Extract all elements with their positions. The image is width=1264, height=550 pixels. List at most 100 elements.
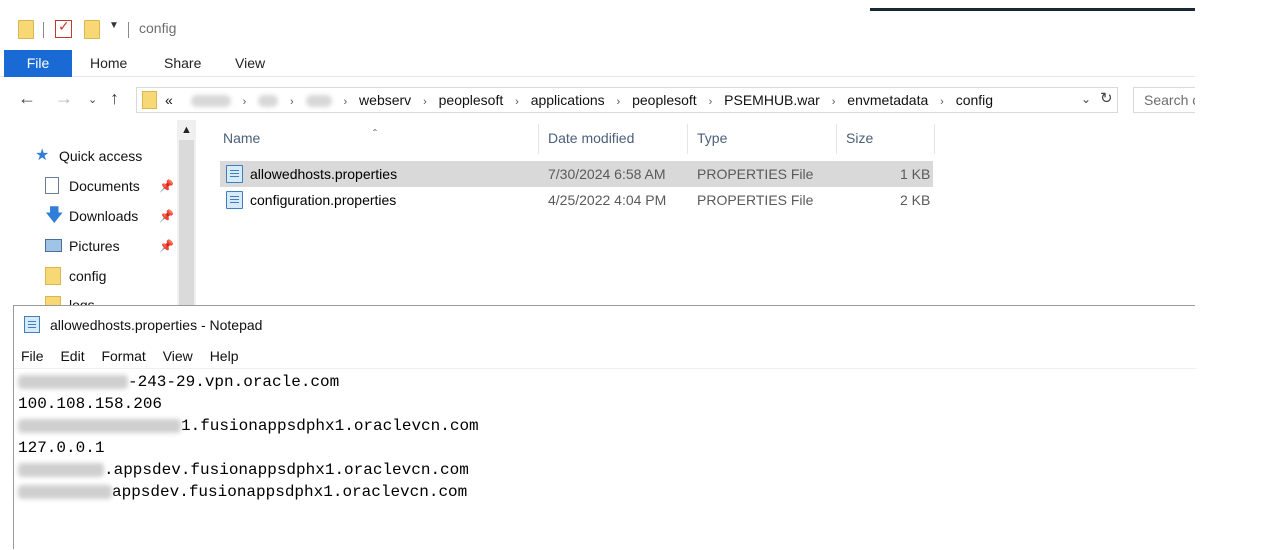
explorer-titlebar: ▼ config (0, 14, 1195, 48)
nav-item-label: Downloads (69, 208, 139, 224)
breadcrumb-overflow[interactable]: « (165, 88, 173, 112)
chevron-right-icon[interactable]: › (243, 90, 247, 114)
redacted-text (18, 418, 181, 433)
breadcrumb-peoplesoft[interactable]: peoplesoft (439, 88, 504, 112)
address-bar[interactable]: « › › › webserv › peoplesoft › applicati… (136, 87, 1118, 113)
address-dropdown-chevron-icon[interactable]: ⌄ (1081, 92, 1091, 106)
chevron-right-icon[interactable]: › (423, 90, 427, 114)
file-row-allowedhosts[interactable]: allowedhosts.properties 7/30/2024 6:58 A… (220, 161, 933, 187)
chevron-right-icon[interactable]: › (617, 90, 621, 114)
divider (43, 22, 44, 38)
redacted-text (18, 484, 112, 499)
nav-item-label: logs (69, 297, 95, 305)
ribbon: File Home Share View (0, 50, 1195, 77)
nav-item-pictures[interactable]: Pictures 📌 (45, 234, 179, 258)
nav-item-label: Pictures (69, 238, 120, 254)
search-input[interactable]: Search c (1133, 87, 1195, 113)
file-type: PROPERTIES File (697, 192, 814, 208)
folder-icon (45, 267, 61, 285)
properties-icon[interactable] (55, 18, 72, 38)
sort-ascending-icon: ˆ (373, 127, 377, 141)
tab-file[interactable]: File (4, 50, 72, 77)
chevron-right-icon[interactable]: › (290, 90, 294, 114)
pin-icon: 📌 (159, 239, 174, 253)
notepad-text-area[interactable]: -243-29.vpn.oracle.com 100.108.158.206 1… (14, 368, 1196, 550)
text-line-content: appsdev.fusionappsdphx1.oraclevcn.com (112, 483, 468, 501)
menu-file[interactable]: File (21, 348, 44, 364)
nav-scrollbar-thumb[interactable] (179, 140, 194, 305)
download-icon: 🡇 (45, 205, 64, 225)
nav-item-label: config (69, 268, 107, 284)
address-bar-row: ← → ⌄ ↑ « › › › webserv › peoplesoft › a… (0, 84, 1195, 116)
properties-file-icon (226, 165, 243, 183)
nav-item-logs[interactable]: logs (45, 293, 95, 305)
breadcrumb-peoplesoft-2[interactable]: peoplesoft (632, 88, 697, 112)
column-header-size[interactable]: Size (833, 120, 933, 156)
file-explorer-window: ▼ config File Home Share View ← → ⌄ ↑ « … (0, 0, 1195, 305)
background-window-edge (870, 8, 1195, 11)
text-line: -243-29.vpn.oracle.com (18, 371, 339, 393)
menu-view[interactable]: View (163, 348, 193, 364)
up-arrow-icon[interactable]: ↑ (110, 88, 119, 109)
breadcrumb-webserv[interactable]: webserv (359, 88, 411, 112)
file-size: 2 KB (900, 192, 931, 208)
folder-icon (142, 91, 157, 109)
divider (128, 22, 129, 38)
chevron-right-icon[interactable]: › (515, 90, 519, 114)
text-line-content: 100.108.158.206 (18, 395, 163, 413)
column-header-date-modified[interactable]: Date modified (535, 120, 687, 156)
nav-item-quick-access[interactable]: ★ Quick access (35, 144, 142, 168)
chevron-right-icon[interactable]: › (832, 90, 836, 114)
customize-quick-access-icon[interactable]: ▼ (109, 20, 119, 31)
forward-arrow-icon[interactable]: → (55, 88, 73, 109)
redacted-path-segment (305, 95, 332, 108)
pin-icon: 📌 (159, 209, 174, 223)
notepad-icon (24, 316, 40, 333)
chevron-right-icon[interactable]: › (709, 90, 713, 114)
chevron-right-icon[interactable]: › (343, 90, 347, 114)
breadcrumb-applications[interactable]: applications (531, 88, 605, 112)
breadcrumb: « › › › webserv › peoplesoft › applicati… (165, 88, 993, 112)
breadcrumb-envmetadata[interactable]: envmetadata (847, 88, 928, 112)
folder-icon (45, 296, 61, 305)
redacted-path-segment (258, 95, 279, 108)
nav-item-config[interactable]: config (45, 264, 107, 288)
pin-icon: 📌 (159, 179, 174, 193)
file-name: allowedhosts.properties (250, 166, 398, 182)
file-date: 7/30/2024 6:58 AM (548, 166, 666, 182)
breadcrumb-psemhub-war[interactable]: PSEMHUB.war (724, 88, 820, 112)
redacted-text (18, 374, 128, 389)
nav-item-documents[interactable]: Documents 📌 (45, 174, 179, 198)
tab-share[interactable]: Share (152, 50, 213, 77)
menu-format[interactable]: Format (101, 348, 145, 364)
folder-icon (18, 20, 34, 39)
tab-home[interactable]: Home (78, 50, 139, 77)
menu-help[interactable]: Help (210, 348, 239, 364)
column-header-name[interactable]: Name ˆ (210, 120, 538, 156)
column-divider[interactable] (934, 124, 935, 154)
scroll-up-icon[interactable]: ▲ (181, 124, 192, 136)
nav-item-label: Documents (69, 178, 140, 194)
refresh-icon[interactable]: ↻ (1100, 89, 1113, 107)
text-line: 127.0.0.1 (18, 437, 104, 459)
tab-view[interactable]: View (223, 50, 277, 77)
properties-file-icon (226, 191, 243, 209)
text-line: 1.fusionappsdphx1.oraclevcn.com (18, 415, 479, 437)
redacted-text (18, 462, 104, 477)
breadcrumb-config[interactable]: config (956, 88, 993, 112)
column-header-label: Name (223, 130, 261, 146)
chevron-right-icon[interactable]: › (940, 90, 944, 114)
column-header-type[interactable]: Type (684, 120, 836, 156)
nav-item-downloads[interactable]: 🡇 Downloads 📌 (45, 204, 179, 228)
back-arrow-icon[interactable]: ← (18, 88, 36, 109)
file-row-configuration[interactable]: configuration.properties 4/25/2022 4:04 … (220, 187, 933, 213)
window-title: config (139, 20, 177, 36)
text-line: 100.108.158.206 (18, 393, 162, 415)
text-line-content: -243-29.vpn.oracle.com (128, 373, 340, 391)
new-folder-icon[interactable] (84, 20, 100, 39)
pictures-icon (45, 239, 62, 252)
documents-icon (45, 177, 59, 194)
menu-edit[interactable]: Edit (60, 348, 84, 364)
recent-locations-chevron-icon[interactable]: ⌄ (88, 93, 97, 106)
text-line: .appsdev.fusionappsdphx1.oraclevcn.com (18, 459, 469, 481)
